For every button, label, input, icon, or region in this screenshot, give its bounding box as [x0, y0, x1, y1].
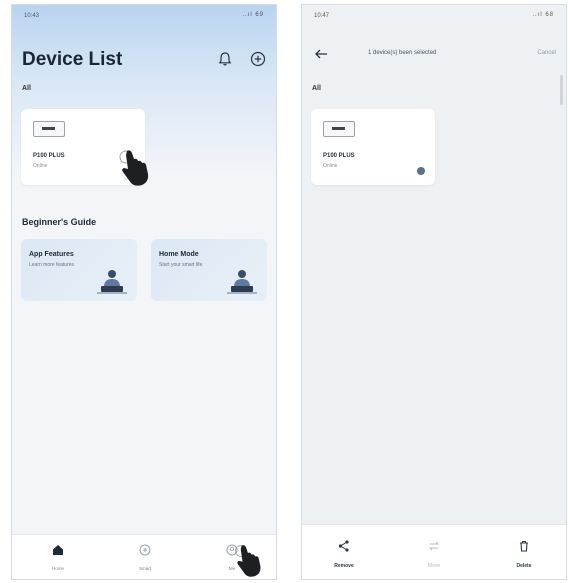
action-label: Remove [334, 563, 354, 569]
status-time: 10:43 [24, 13, 40, 19]
device-select-screen: 10:47 ..ıl 68 1 device(s) been selected … [301, 4, 567, 580]
guide-card-app-features[interactable]: App Features Learn more features [21, 239, 137, 301]
guide-title: App Features [29, 251, 74, 258]
status-icons: ..ıl 69 [242, 12, 264, 18]
add-circle-icon[interactable] [250, 51, 266, 67]
selected-radio[interactable] [417, 167, 425, 175]
status-bar: 10:47 ..ıl 68 [302, 5, 566, 27]
action-label: Move [427, 563, 441, 569]
person-laptop-illustration [227, 270, 257, 294]
guide-card-home-mode[interactable]: Home Mode Start your smart life [151, 239, 267, 301]
share-icon [338, 540, 349, 552]
move-button[interactable]: Move [410, 539, 458, 569]
tab-smart[interactable]: Smart [125, 543, 165, 571]
trash-icon [520, 540, 528, 552]
smart-icon [139, 544, 151, 556]
page-title: Device List [22, 49, 123, 70]
pointing-hand-icon [119, 150, 149, 186]
person-laptop-illustration [97, 270, 127, 294]
tab-label: Home [51, 566, 64, 571]
selection-header: 1 device(s) been selected Cancel [302, 29, 566, 69]
back-arrow-icon[interactable] [314, 49, 328, 59]
guide-section-title: Beginner's Guide [22, 217, 97, 227]
cancel-button[interactable]: Cancel [537, 50, 556, 56]
device-card[interactable]: P100 PLUS Online [311, 109, 435, 185]
delete-button[interactable]: Delete [500, 539, 548, 569]
bulk-action-bar: Remove Move Delete [302, 524, 566, 579]
device-list-screen: 10:43 ..ıl 69 Device List All P100 PLUS … [11, 4, 277, 580]
guide-subtitle: Start your smart life [159, 262, 203, 268]
tab-home[interactable]: Home [38, 543, 78, 571]
status-bar: 10:43 ..ıl 69 [12, 5, 276, 27]
filter-all[interactable]: All [312, 85, 321, 92]
selection-count-text: 1 device(s) been selected [368, 50, 437, 56]
action-label: Delete [516, 563, 532, 569]
move-icon [428, 541, 440, 551]
remove-button[interactable]: Remove [320, 539, 368, 569]
tab-label: Smart [138, 566, 151, 571]
device-name: P100 PLUS [323, 153, 355, 159]
filter-all[interactable]: All [22, 85, 31, 92]
pointing-hand-icon [234, 545, 261, 577]
status-icons: ..ıl 68 [532, 12, 554, 18]
device-status: Online [323, 163, 338, 169]
bell-icon[interactable] [217, 51, 233, 67]
home-icon [53, 545, 63, 555]
status-time: 10:47 [314, 13, 330, 19]
device-name: P100 PLUS [33, 153, 65, 159]
device-image [323, 121, 355, 137]
guide-title: Home Mode [159, 251, 199, 258]
scrollbar[interactable] [560, 75, 563, 105]
guide-subtitle: Learn more features [29, 262, 75, 268]
device-image [33, 121, 65, 137]
device-status: Online [33, 163, 48, 169]
